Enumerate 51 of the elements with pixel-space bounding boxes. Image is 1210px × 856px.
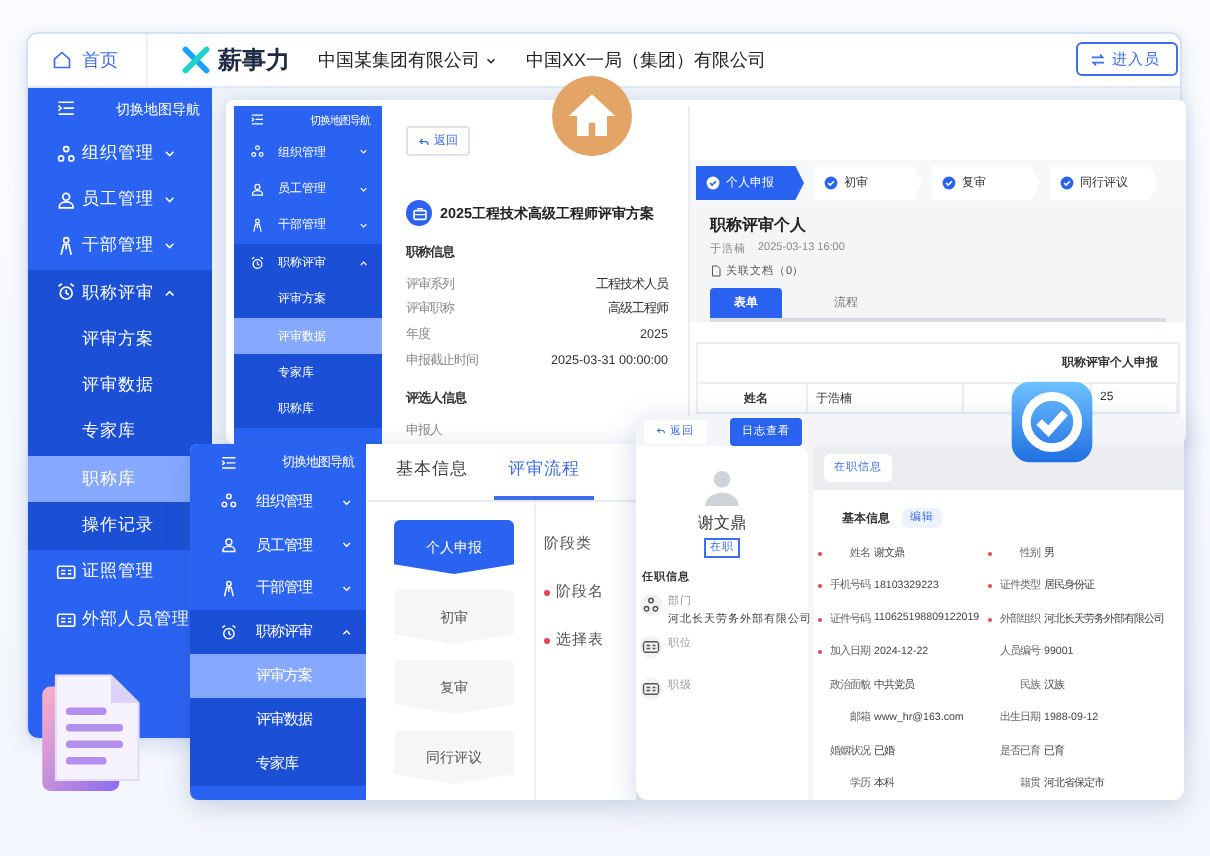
- check-circle-icon: [824, 176, 838, 190]
- nav-item[interactable]: 外部人员管理: [28, 595, 190, 643]
- id-card-icon: [640, 636, 662, 658]
- collapse-icon: [250, 112, 265, 128]
- check-circle-icon: [706, 176, 720, 190]
- nav-subitem[interactable]: 评审方案: [28, 316, 190, 363]
- alarm-clock-icon: [250, 255, 265, 271]
- org-chart-icon: [640, 594, 662, 616]
- check-circle-icon: [942, 176, 956, 190]
- tab[interactable]: 评审流程: [494, 444, 594, 500]
- id-card-icon: [640, 678, 662, 700]
- brand-name: 薪事力: [218, 43, 290, 77]
- nav-item[interactable]: 员工管理: [28, 176, 190, 224]
- alarm-clock-icon: [220, 623, 238, 642]
- document-icon: [710, 264, 722, 278]
- org-chart-icon: [220, 492, 238, 511]
- person-icon: [56, 236, 77, 257]
- org-select[interactable]: 中国某集团有限公司: [318, 47, 498, 73]
- person-name: 谢文鼎: [698, 512, 746, 534]
- logo-icon: [180, 46, 212, 74]
- tab[interactable]: 基本信息: [382, 444, 482, 500]
- nav-item[interactable]: 证照管理: [28, 549, 190, 596]
- avatar-icon: [702, 466, 742, 506]
- person-icon: [250, 218, 265, 234]
- org-chart-icon: [56, 143, 77, 164]
- collapse-icon: [220, 453, 238, 471]
- back-arrow-icon: [418, 135, 430, 147]
- id-card-icon: [56, 609, 77, 630]
- back-arrow-icon: [656, 426, 666, 436]
- person-icon: [220, 580, 238, 598]
- home-link[interactable]: 首页: [82, 47, 118, 73]
- briefcase-icon: [411, 205, 427, 221]
- nav-item[interactable]: 组织管理: [28, 130, 190, 177]
- alarm-clock-icon: [56, 282, 77, 304]
- nav-subitem[interactable]: 专家库: [28, 409, 190, 457]
- id-card-icon: [56, 562, 77, 583]
- form-title: 职称评审个人: [710, 214, 808, 236]
- user-icon: [220, 536, 238, 555]
- chevron-down-icon: [484, 53, 498, 67]
- org-name[interactable]: 中国XX一局（集团）有限公司: [526, 47, 767, 73]
- nav-subitem[interactable]: 评审数据: [28, 362, 190, 410]
- user-icon: [56, 189, 77, 211]
- nav-item[interactable]: 职称评审: [28, 269, 190, 317]
- user-icon: [250, 181, 265, 197]
- org-chart-icon: [250, 144, 265, 160]
- collapse-icon: [56, 98, 77, 120]
- nav-subitem[interactable]: 操作记录: [28, 502, 190, 550]
- check-circle-icon: [1060, 176, 1074, 190]
- swap-icon: [1090, 51, 1106, 67]
- home-icon: [52, 50, 72, 70]
- nav-item[interactable]: 干部管理: [28, 223, 190, 270]
